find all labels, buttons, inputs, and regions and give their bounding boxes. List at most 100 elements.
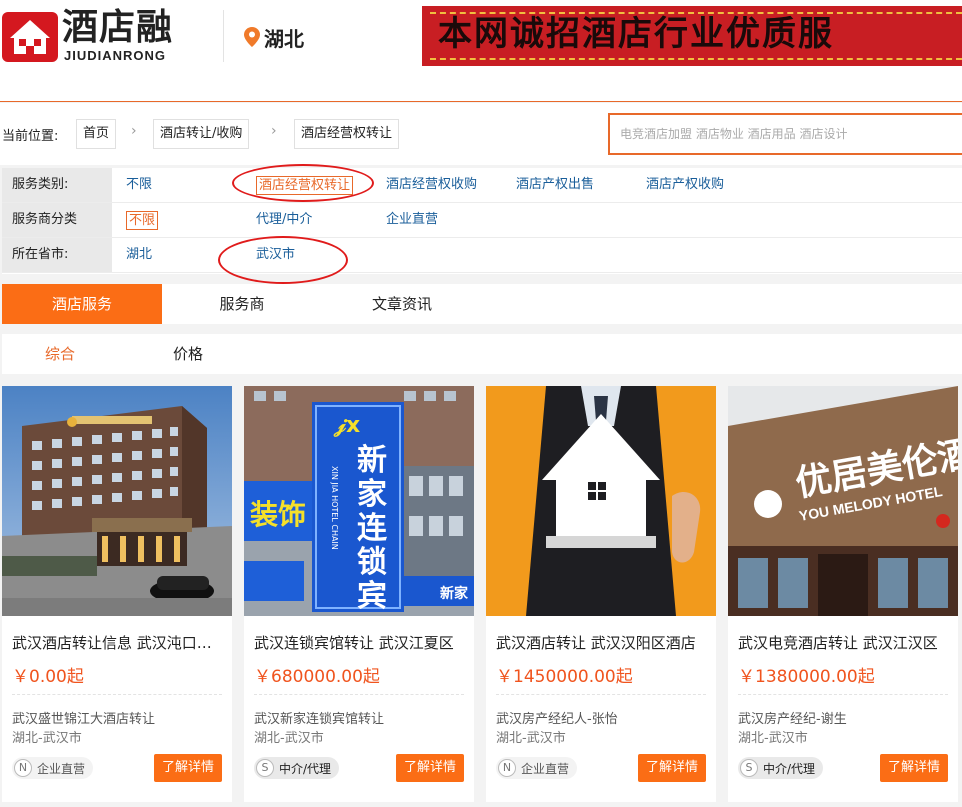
logo-subtext: JIUDIANRONG — [64, 48, 167, 63]
location-selector[interactable]: 湖北 — [244, 24, 304, 51]
filter-option-selected[interactable]: 酒店经营权转让 — [256, 176, 354, 195]
filter-option[interactable]: 企业直营 — [386, 212, 438, 228]
provider-type-label: 中介/代理 — [279, 761, 332, 776]
card-divider — [738, 694, 948, 695]
hotel-building-image — [2, 386, 232, 616]
provider-badge: N 企业直营 — [12, 757, 94, 779]
filter-option[interactable]: 酒店产权收购 — [646, 177, 724, 193]
provider-type-icon: S — [740, 759, 758, 777]
listing-card[interactable]: 装饰 𝒿x 新 家 连 锁 宾 XIN JIA HOTEL CHAIN 新家 武… — [244, 386, 474, 802]
details-button[interactable]: 了解详情 — [396, 754, 464, 782]
provider-type-label: 中介/代理 — [763, 761, 816, 776]
listing-image[interactable] — [486, 386, 716, 616]
listing-seller: 武汉新家连锁宾馆转让 — [254, 712, 385, 727]
sign-char: 连 — [357, 511, 388, 546]
listing-price: ￥1380000.00起 — [738, 667, 875, 687]
tab-articles[interactable]: 文章资讯 — [322, 284, 482, 324]
sign-char: 宾 — [357, 579, 387, 614]
breadcrumb-transfer[interactable]: 酒店转让/收购 — [153, 119, 250, 149]
filter-label: 所在省市: — [2, 238, 112, 272]
listing-title[interactable]: 武汉连锁宾馆转让 武汉江夏区 — [254, 632, 468, 653]
sign-char: 家 — [357, 477, 387, 512]
chain-hotel-image: 装饰 𝒿x 新 家 连 锁 宾 XIN JIA HOTEL CHAIN 新家 — [244, 386, 474, 616]
card-divider — [496, 694, 706, 695]
logo-house-icon — [2, 12, 58, 62]
tab-providers[interactable]: 服务商 — [162, 284, 322, 324]
card-divider — [12, 694, 222, 695]
filter-option[interactable]: 酒店产权出售 — [516, 177, 594, 193]
listing-seller: 武汉房产经纪人-张怡 — [496, 712, 618, 727]
sort-price[interactable]: 价格 — [173, 334, 203, 374]
breadcrumb-label: 当前位置: — [2, 129, 59, 144]
provider-type-label: 企业直营 — [37, 761, 86, 776]
location-pin-icon — [244, 27, 260, 47]
filter-option-selected[interactable]: 不限 — [126, 211, 159, 230]
search-input[interactable] — [610, 115, 962, 153]
sign-pinyin: XIN JIA HOTEL CHAIN — [330, 466, 339, 550]
site-header: 酒店融 JIUDIANRONG 湖北 本网诚招酒店行业优质服 — [0, 0, 962, 102]
listing-region: 湖北-武汉市 — [254, 731, 324, 746]
content-tabs: 酒店服务 服务商 文章资讯 — [2, 284, 962, 324]
listing-title[interactable]: 武汉电竞酒店转让 武汉江汉区 — [738, 632, 952, 653]
filter-label: 服务类别: — [2, 168, 112, 202]
breadcrumb-arrow-icon: › — [271, 123, 277, 139]
breadcrumb-current[interactable]: 酒店经营权转让 — [294, 119, 400, 149]
search-box — [608, 113, 962, 155]
filter-row-service-type: 服务类别: 不限 酒店经营权转让 酒店经营权收购 酒店产权出售 酒店产权收购 — [2, 168, 962, 203]
listing-title[interactable]: 武汉酒店转让信息 武汉沌口经济开发区 — [12, 632, 226, 653]
provider-type-icon: S — [256, 759, 274, 777]
provider-badge: S 中介/代理 — [738, 757, 824, 779]
details-button[interactable]: 了解详情 — [154, 754, 222, 782]
filter-row-province: 所在省市: 湖北 武汉市 — [2, 238, 962, 273]
banner-text: 本网诚招酒店行业优质服 — [438, 14, 834, 54]
listing-card[interactable]: 优居美伦酒店 YOU MELODY HOTEL 武汉电竞酒店转让 武汉江汉区 ￥… — [728, 386, 958, 802]
listing-price: ￥680000.00起 — [254, 667, 380, 687]
svg-text:𝒿x: 𝒿x — [333, 413, 360, 438]
breadcrumb-home[interactable]: 首页 — [76, 119, 117, 149]
listing-card[interactable]: 武汉酒店转让信息 武汉沌口经济开发区 ￥0.00起 武汉盛世锦江大酒店转让 湖北… — [2, 386, 232, 802]
filter-row-provider-type: 服务商分类 不限 代理/中介 企业直营 — [2, 203, 962, 238]
card-divider — [254, 694, 464, 695]
tab-hotel-services[interactable]: 酒店服务 — [2, 284, 162, 324]
details-button[interactable]: 了解详情 — [880, 754, 948, 782]
logo-text: 酒店融 — [62, 7, 174, 48]
provider-badge: N 企业直营 — [496, 757, 578, 779]
listing-region: 湖北-武汉市 — [12, 731, 82, 746]
listing-card[interactable]: 武汉酒店转让 武汉汉阳区酒店 ￥1450000.00起 武汉房产经纪人-张怡 湖… — [486, 386, 716, 802]
listing-seller: 武汉房产经纪-谢生 — [738, 712, 847, 727]
filter-option[interactable]: 酒店经营权收购 — [386, 177, 477, 193]
agent-house-image — [486, 386, 716, 616]
provider-type-label: 企业直营 — [521, 761, 570, 776]
provider-badge: S 中介/代理 — [254, 757, 340, 779]
filter-option[interactable]: 不限 — [126, 177, 152, 193]
breadcrumb: 当前位置: 首页 › 酒店转让/收购 › 酒店经营权转让 — [0, 103, 962, 165]
listing-price: ￥1450000.00起 — [496, 667, 633, 687]
listing-image[interactable]: 优居美伦酒店 YOU MELODY HOTEL — [728, 386, 958, 616]
listing-seller: 武汉盛世锦江大酒店转让 — [12, 712, 156, 727]
sign-char: 锁 — [357, 545, 387, 580]
sign-text: 装饰 — [250, 498, 306, 531]
sign-text-brand: 新家 — [440, 585, 469, 602]
listing-image[interactable]: 装饰 𝒿x 新 家 连 锁 宾 XIN JIA HOTEL CHAIN 新家 — [244, 386, 474, 616]
esports-hotel-image: 优居美伦酒店 YOU MELODY HOTEL — [728, 386, 958, 616]
filter-option[interactable]: 武汉市 — [256, 247, 295, 263]
provider-type-icon: N — [14, 759, 32, 777]
filter-option[interactable]: 代理/中介 — [256, 212, 312, 228]
filter-label: 服务商分类 — [2, 203, 112, 237]
listing-image[interactable] — [2, 386, 232, 616]
sign-char: 新 — [357, 443, 387, 478]
breadcrumb-arrow-icon: › — [131, 123, 137, 139]
site-logo[interactable]: 酒店融 JIUDIANRONG — [2, 8, 202, 64]
provider-type-icon: N — [498, 759, 516, 777]
listing-region: 湖北-武汉市 — [738, 731, 808, 746]
header-divider — [223, 10, 224, 62]
listing-price: ￥0.00起 — [12, 667, 84, 687]
filter-panel: 服务类别: 不限 酒店经营权转让 酒店经营权收购 酒店产权出售 酒店产权收购 服… — [2, 164, 962, 284]
details-button[interactable]: 了解详情 — [638, 754, 706, 782]
recruit-banner[interactable]: 本网诚招酒店行业优质服 — [422, 6, 962, 66]
sort-bar: 综合 价格 — [2, 334, 962, 374]
listing-title[interactable]: 武汉酒店转让 武汉汉阳区酒店 — [496, 632, 710, 653]
location-city: 湖北 — [264, 26, 304, 51]
filter-option[interactable]: 湖北 — [126, 247, 152, 263]
sort-comprehensive[interactable]: 综合 — [45, 334, 75, 374]
